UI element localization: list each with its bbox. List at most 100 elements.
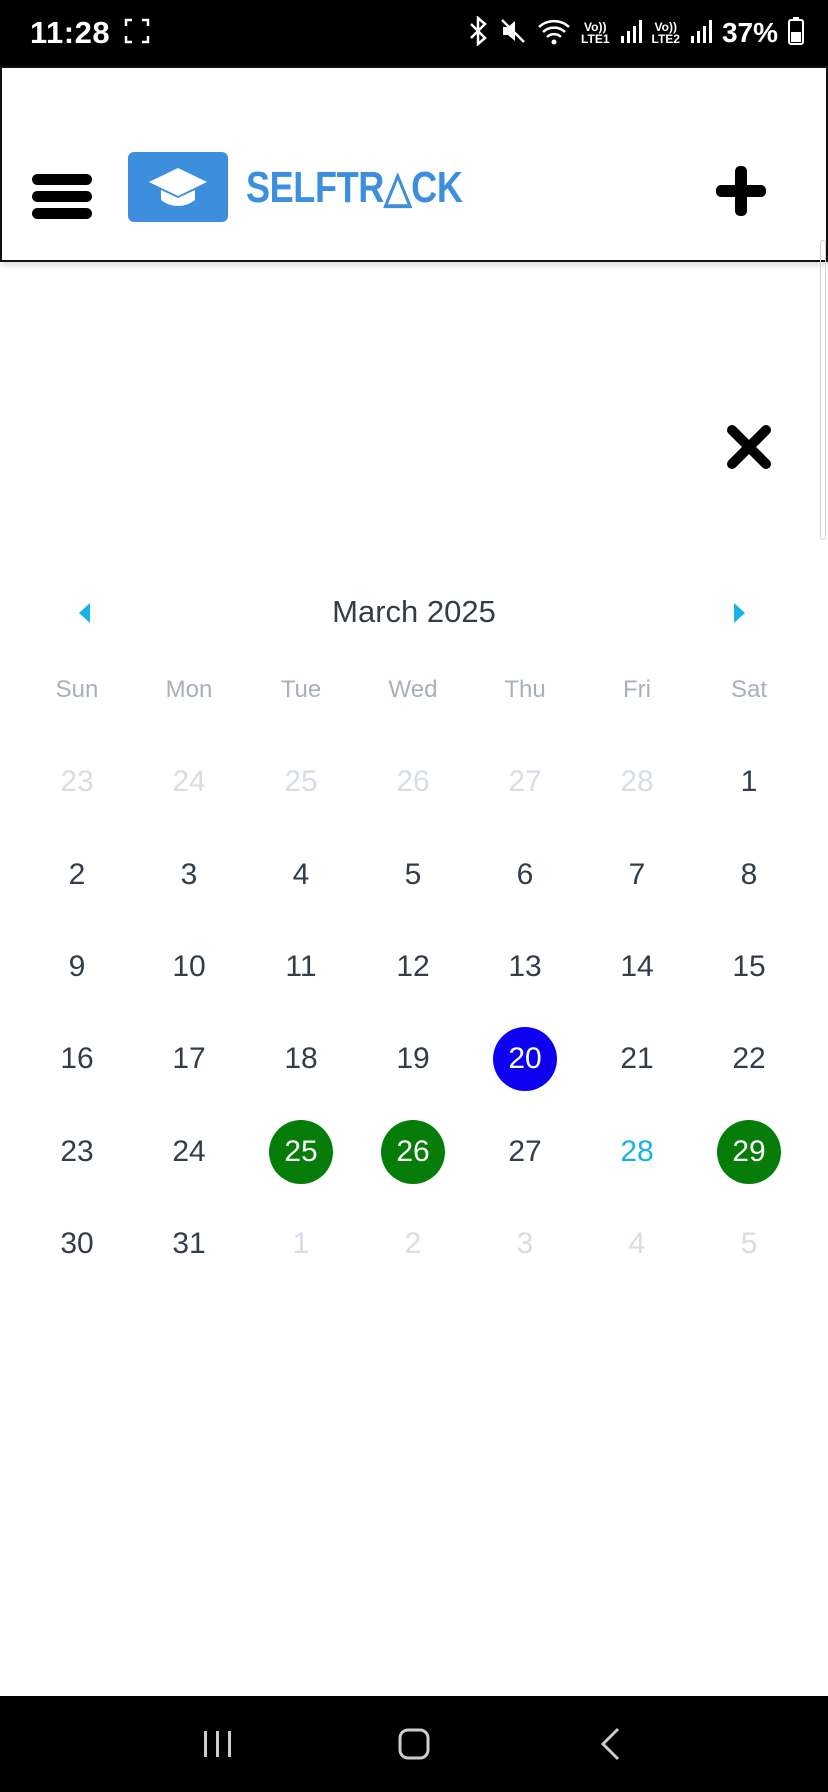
day-cell[interactable]: 9 <box>21 921 133 1013</box>
day-cell[interactable]: 27 <box>469 1106 581 1198</box>
day-label: 23 <box>60 765 94 799</box>
day-cell[interactable]: 2 <box>357 1198 469 1290</box>
day-cell[interactable]: 16 <box>21 1013 133 1105</box>
day-label: 27 <box>508 1134 542 1168</box>
next-month-button[interactable] <box>732 602 752 624</box>
signal-2-icon <box>690 18 712 49</box>
back-icon <box>600 1727 620 1761</box>
calendar-header: March 2025 <box>0 590 828 636</box>
day-cell[interactable]: 23 <box>21 1106 133 1198</box>
month-title: March 2025 <box>332 594 496 629</box>
day-cell[interactable]: 8 <box>693 828 805 920</box>
day-label: 28 <box>620 1134 654 1168</box>
day-label: 7 <box>628 857 646 891</box>
day-cell[interactable]: 1 <box>693 736 805 828</box>
day-cell[interactable]: 23 <box>21 736 133 828</box>
day-cell[interactable]: 24 <box>133 736 245 828</box>
status-time: 11:28 <box>30 15 111 50</box>
lte1-indicator: Vo)) LTE1 <box>581 21 609 45</box>
screenshot-frame-icon <box>124 18 150 49</box>
caret-right-icon <box>734 603 745 623</box>
day-label: 9 <box>68 949 86 983</box>
day-cell[interactable]: 14 <box>581 921 693 1013</box>
wifi-icon <box>537 17 571 50</box>
day-cell[interactable]: 5 <box>693 1198 805 1290</box>
app-header: SELFTR△CK <box>0 66 828 262</box>
status-right: Vo)) LTE1 Vo)) LTE2 37% <box>467 14 804 51</box>
day-label: 5 <box>404 857 422 891</box>
weekday-wed: Wed <box>388 676 438 703</box>
day-cell[interactable]: 11 <box>245 921 357 1013</box>
weekday-sat: Sat <box>730 676 768 703</box>
home-button[interactable] <box>384 1714 444 1774</box>
recent-apps-button[interactable] <box>188 1714 248 1774</box>
day-cell[interactable]: 24 <box>133 1106 245 1198</box>
day-cell[interactable]: 28 <box>581 736 693 828</box>
menu-button[interactable] <box>32 174 92 220</box>
day-label: 4 <box>628 1227 646 1261</box>
day-label: 29 <box>717 1119 781 1184</box>
add-button[interactable] <box>714 164 768 218</box>
day-cell[interactable]: 22 <box>693 1013 805 1105</box>
status-left: 11:28 <box>30 15 150 51</box>
day-cell[interactable]: 25 <box>245 736 357 828</box>
day-cell[interactable]: 20 <box>469 1013 581 1105</box>
scrollbar[interactable] <box>820 240 826 540</box>
day-cell[interactable]: 15 <box>693 921 805 1013</box>
day-cell[interactable]: 26 <box>357 1106 469 1198</box>
day-cell[interactable]: 27 <box>469 736 581 828</box>
system-nav-bar <box>0 1696 828 1792</box>
day-label: 12 <box>396 949 430 983</box>
day-cell[interactable]: 28 <box>581 1106 693 1198</box>
back-button[interactable] <box>580 1714 640 1774</box>
menu-icon <box>32 174 92 219</box>
day-cell[interactable]: 2 <box>21 828 133 920</box>
day-label: 27 <box>508 765 542 799</box>
day-label: 22 <box>732 1042 766 1076</box>
day-label: 25 <box>284 765 318 799</box>
day-cell[interactable]: 25 <box>245 1106 357 1198</box>
day-label: 26 <box>396 765 430 799</box>
day-label: 11 <box>285 949 317 983</box>
battery-percent: 37% <box>721 17 778 48</box>
day-label: 28 <box>620 765 654 799</box>
close-button[interactable] <box>726 424 772 470</box>
day-label: 3 <box>180 857 198 891</box>
logo[interactable]: SELFTR△CK <box>128 152 510 222</box>
day-cell[interactable]: 18 <box>245 1013 357 1105</box>
weekday-sun: Sun <box>55 676 99 703</box>
lte2-bottom: LTE2 <box>651 32 680 46</box>
day-cell[interactable]: 7 <box>581 828 693 920</box>
day-cell[interactable]: 26 <box>357 736 469 828</box>
day-cell[interactable]: 19 <box>357 1013 469 1105</box>
day-label: 15 <box>732 949 766 983</box>
day-cell[interactable]: 3 <box>133 828 245 920</box>
day-cell[interactable]: 12 <box>357 921 469 1013</box>
day-cell[interactable]: 29 <box>693 1106 805 1198</box>
day-label: 14 <box>620 949 654 983</box>
day-cell[interactable]: 17 <box>133 1013 245 1105</box>
weekday-mon: Mon <box>165 676 213 703</box>
day-label: 3 <box>516 1227 534 1261</box>
day-cell[interactable]: 31 <box>133 1198 245 1290</box>
day-cell[interactable]: 21 <box>581 1013 693 1105</box>
day-cell[interactable]: 4 <box>581 1198 693 1290</box>
day-label: 4 <box>292 857 310 891</box>
day-cell[interactable]: 1 <box>245 1198 357 1290</box>
day-label: 18 <box>284 1042 318 1076</box>
day-cell[interactable]: 30 <box>21 1198 133 1290</box>
day-cell[interactable]: 13 <box>469 921 581 1013</box>
day-label: 30 <box>60 1227 94 1261</box>
signal-1-icon <box>620 18 642 49</box>
close-icon <box>727 425 771 469</box>
mute-icon <box>499 17 527 50</box>
day-label: 2 <box>68 857 86 891</box>
day-label: 21 <box>620 1042 654 1076</box>
day-cell[interactable]: 5 <box>357 828 469 920</box>
day-cell[interactable]: 3 <box>469 1198 581 1290</box>
day-cell[interactable]: 6 <box>469 828 581 920</box>
day-cell[interactable]: 10 <box>133 921 245 1013</box>
day-cell[interactable]: 4 <box>245 828 357 920</box>
day-label: 19 <box>396 1042 430 1076</box>
day-label: 16 <box>60 1042 94 1076</box>
